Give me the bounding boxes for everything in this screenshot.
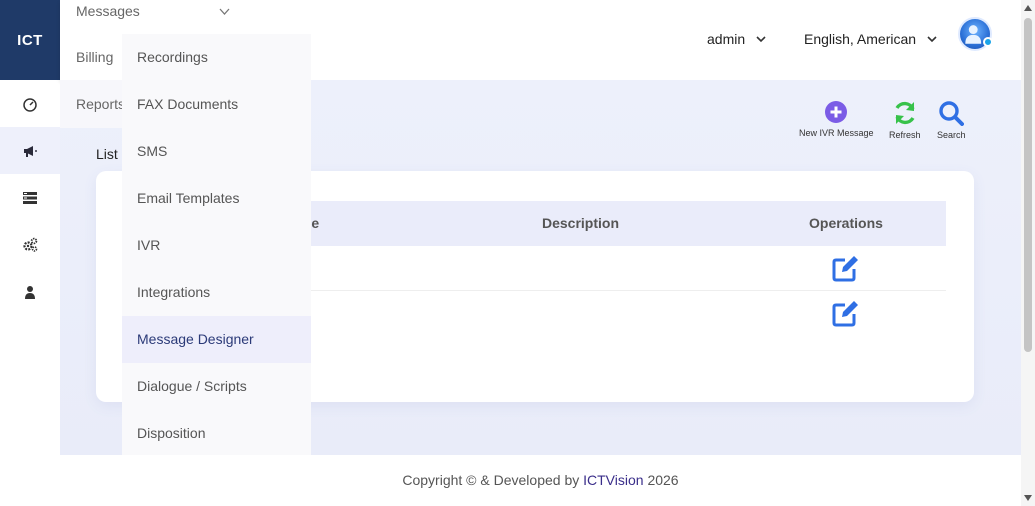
user-name: admin <box>707 31 746 47</box>
nav-item-messages[interactable]: Messages <box>60 0 249 34</box>
menu-item-disposition[interactable]: Disposition <box>122 410 311 457</box>
scroll-up-arrow-icon[interactable] <box>1024 4 1032 12</box>
nav-messages-label: Messages <box>76 3 140 19</box>
avatar[interactable] <box>958 17 993 51</box>
gears-icon <box>23 237 38 252</box>
footer-year: 2026 <box>643 472 679 488</box>
sidebar: ICT <box>0 0 60 506</box>
scrollbar-thumb[interactable] <box>1024 18 1032 352</box>
plus-circle-icon <box>825 101 848 123</box>
menu-item-integrations[interactable]: Integrations <box>122 269 311 316</box>
edit-icon[interactable] <box>831 255 861 283</box>
search-icon <box>939 101 965 126</box>
messages-dropdown-menu: Recordings FAX Documents SMS Email Templ… <box>122 34 311 455</box>
column-header-description: Description <box>542 215 620 231</box>
language-selector[interactable]: English, American <box>804 31 938 47</box>
footer: Copyright © & Developed by ICTVision 202… <box>60 455 1021 506</box>
scroll-down-arrow-icon[interactable] <box>1024 494 1032 502</box>
user-icon <box>25 285 35 299</box>
menu-item-dialogue-scripts[interactable]: Dialogue / Scripts <box>122 363 311 410</box>
menu-item-recordings[interactable]: Recordings <box>122 34 311 81</box>
sidebar-item-dashboard[interactable] <box>0 80 60 127</box>
app-logo[interactable]: ICT <box>0 0 60 80</box>
new-ivr-message-label: New IVR Message <box>799 128 874 138</box>
nav-item-billing[interactable]: Billing <box>60 34 122 80</box>
menu-item-sms[interactable]: SMS <box>122 128 311 175</box>
online-status-dot <box>983 37 993 47</box>
chevron-down-icon <box>927 36 937 43</box>
footer-brand-link[interactable]: ICTVision <box>583 472 643 488</box>
user-menu[interactable]: admin <box>707 31 767 47</box>
column-header-operations: Operations <box>809 215 883 231</box>
sidebar-item-settings[interactable] <box>0 221 60 268</box>
megaphone-icon <box>24 145 37 157</box>
menu-item-fax-documents[interactable]: FAX Documents <box>122 81 311 128</box>
sidebar-item-lists[interactable] <box>0 174 60 221</box>
menu-item-message-designer[interactable]: Message Designer <box>122 316 311 363</box>
chevron-down-icon <box>756 36 766 43</box>
list-icon <box>23 191 37 204</box>
menu-item-ivr[interactable]: IVR <box>122 222 311 269</box>
footer-copyright: Copyright © & Developed by <box>402 472 584 488</box>
refresh-button[interactable]: Refresh <box>889 100 921 140</box>
edit-icon[interactable] <box>831 300 861 328</box>
new-ivr-message-button[interactable]: New IVR Message <box>799 100 874 138</box>
refresh-icon <box>895 101 915 125</box>
sidebar-item-campaigns[interactable] <box>0 127 60 174</box>
search-label: Search <box>937 130 966 140</box>
nav-item-reports[interactable]: Reports <box>60 80 122 128</box>
menu-item-email-templates[interactable]: Email Templates <box>122 175 311 222</box>
chevron-down-icon <box>219 8 230 15</box>
vertical-scrollbar[interactable] <box>1021 0 1035 506</box>
dashboard-gauge-icon <box>23 97 37 112</box>
search-button[interactable]: Search <box>937 100 966 140</box>
language-label: English, American <box>804 31 917 47</box>
sidebar-item-users[interactable] <box>0 268 60 315</box>
refresh-label: Refresh <box>889 130 921 140</box>
